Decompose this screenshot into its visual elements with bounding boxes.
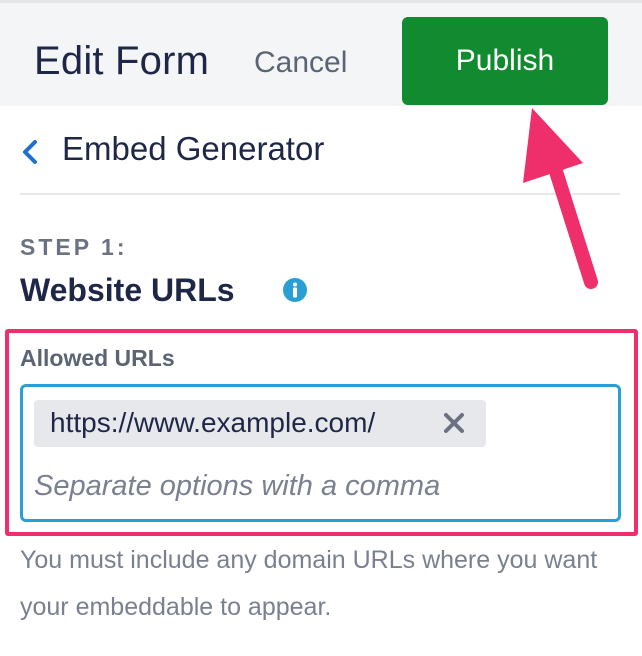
allowed-urls-label: Allowed URLs <box>20 345 175 371</box>
input-placeholder[interactable]: Separate options with a comma <box>34 470 440 503</box>
help-text: You must include any domain URLs where y… <box>20 546 598 621</box>
close-icon[interactable] <box>442 411 466 435</box>
back-to-embed-generator[interactable]: Embed Generator <box>20 130 620 194</box>
section-title: Website URLs <box>20 272 235 308</box>
url-tag: https://www.example.com/ <box>34 400 486 447</box>
page-title: Edit Form <box>34 39 210 83</box>
publish-button[interactable]: Publish <box>402 17 608 105</box>
chevron-left-icon <box>23 140 37 164</box>
back-label: Embed Generator <box>62 130 325 167</box>
step-label: STEP 1: <box>20 234 128 260</box>
divider <box>20 193 620 195</box>
cancel-button[interactable]: Cancel <box>254 46 347 80</box>
header-bar: Edit Form Cancel Publish <box>0 0 642 106</box>
url-tag-text: https://www.example.com/ <box>50 407 376 438</box>
info-icon[interactable] <box>282 277 308 303</box>
